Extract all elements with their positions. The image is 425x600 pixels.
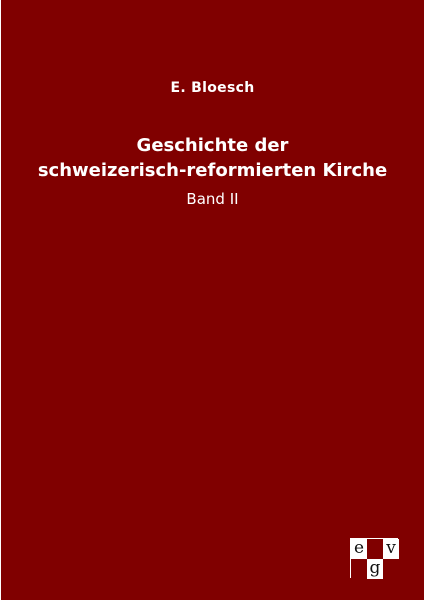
- volume-label: Band II: [186, 190, 239, 208]
- title-line-2: schweizerisch-reformierten Kirche: [37, 160, 388, 181]
- logo-blank-bottom-right: [383, 559, 399, 579]
- logo-blank-bottom-left: [351, 559, 367, 579]
- book-cover: E. Bloesch Geschichte der schweizerisch-…: [0, 0, 425, 600]
- publisher-logo: e v g: [350, 538, 399, 579]
- logo-letter-e: e: [351, 539, 367, 559]
- book-title: Geschichte der schweizerisch-reformierte…: [1, 133, 424, 183]
- title-line-1: Geschichte der: [136, 135, 289, 156]
- logo-blank-top: [367, 539, 383, 559]
- author-name: E. Bloesch: [170, 80, 255, 96]
- logo-letter-g: g: [367, 559, 383, 579]
- logo-letter-v: v: [383, 539, 399, 559]
